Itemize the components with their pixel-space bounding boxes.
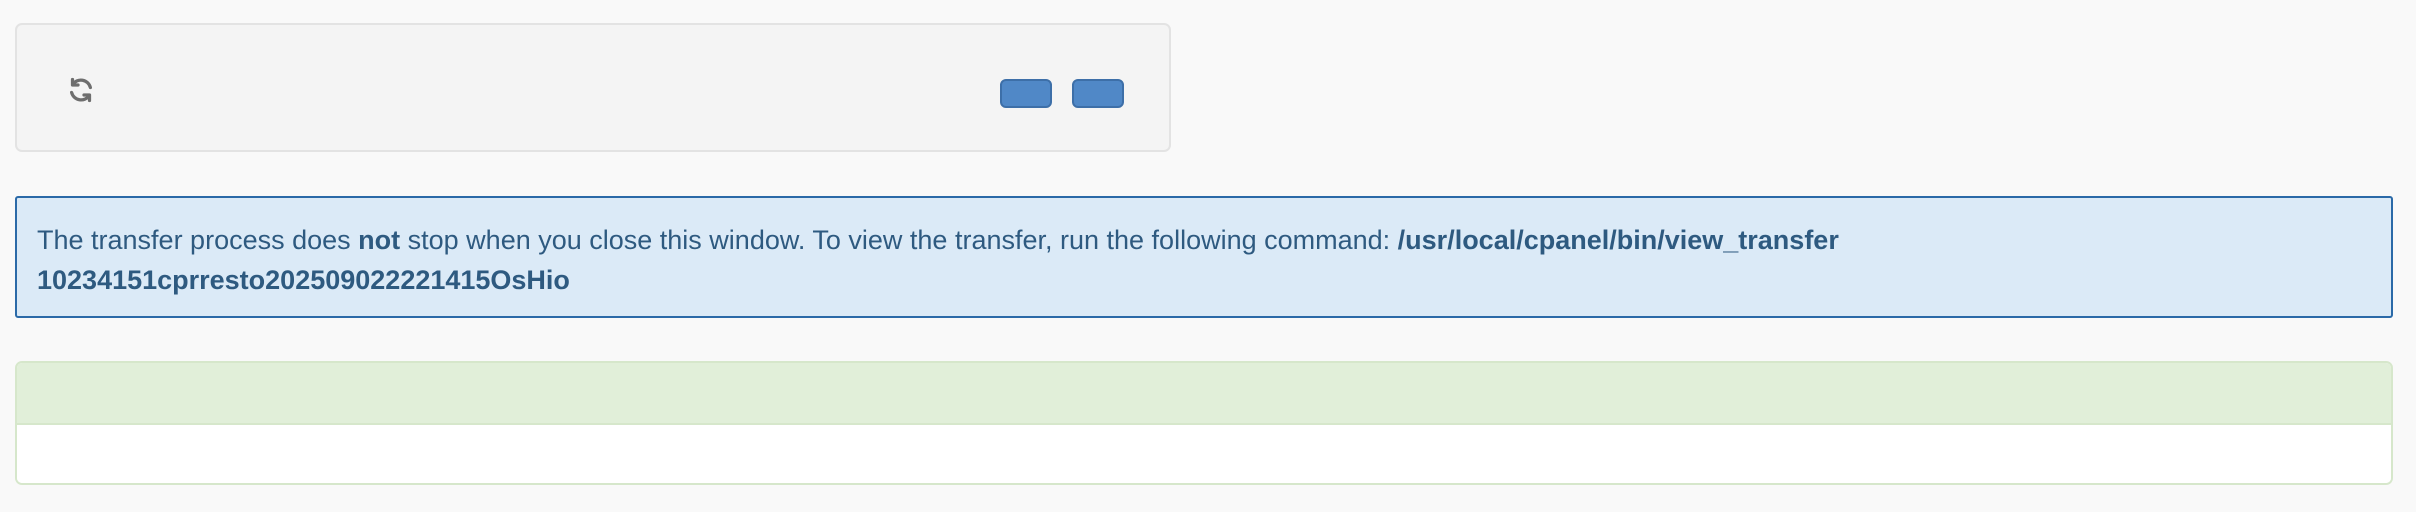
transfer-info-alert: The transfer process does not stop when … [15, 196, 2393, 318]
alert-bold-word: not [358, 225, 401, 255]
transfer-session-id: 10234151cprresto202509022221415OsHio [37, 265, 570, 295]
alert-text-after: stop when you close this window. To view… [400, 225, 1398, 255]
refresh-icon[interactable] [65, 74, 97, 106]
transfer-log-panel [15, 361, 2393, 485]
alert-text-before: The transfer process does [37, 225, 359, 255]
log-panel-header [17, 363, 2391, 425]
transfer-control-panel [15, 23, 1171, 152]
action-button-1[interactable] [1000, 79, 1052, 108]
action-button-2[interactable] [1072, 79, 1124, 108]
view-transfer-command: /usr/local/cpanel/bin/view_transfer [1397, 225, 1839, 255]
log-panel-body [17, 425, 2391, 483]
